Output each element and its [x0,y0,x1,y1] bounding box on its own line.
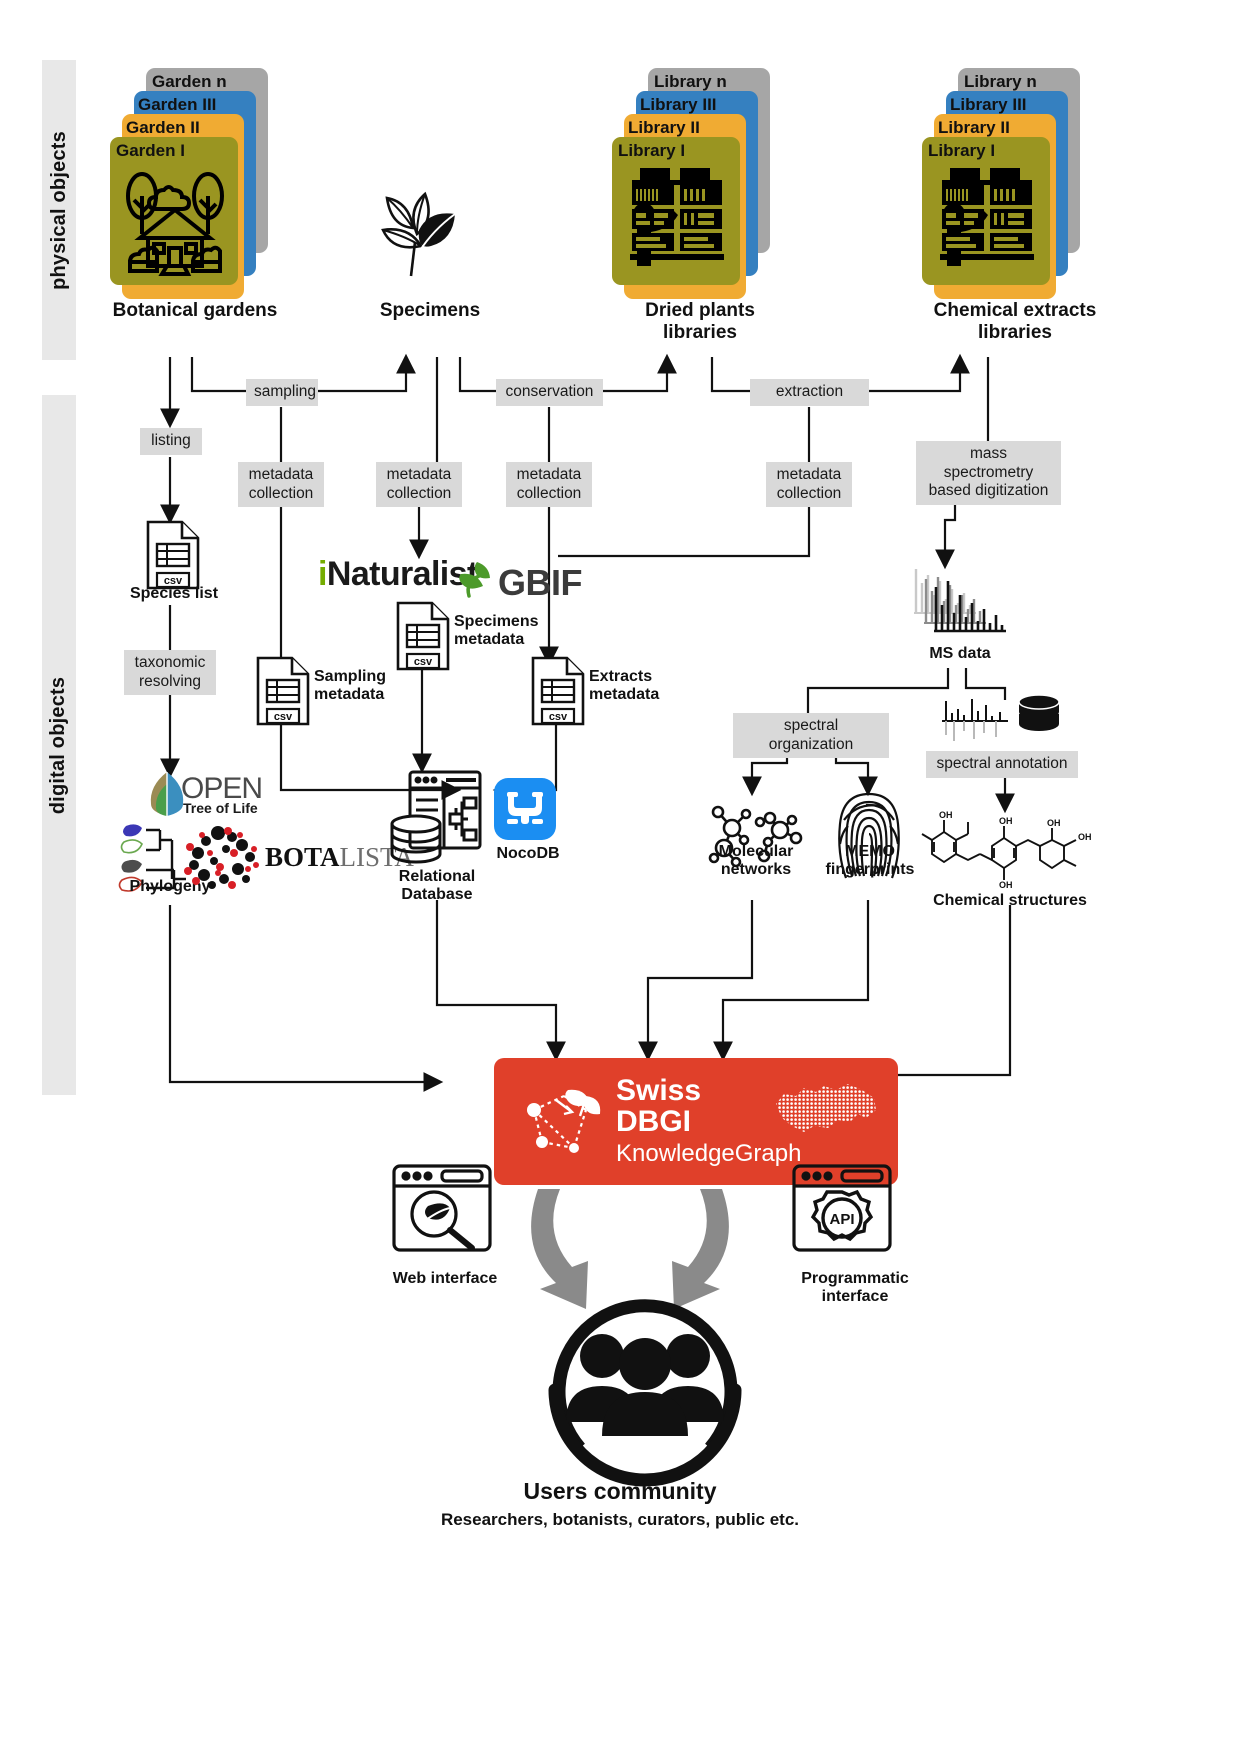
programmatic-interface-label: Programmatic interface [801,1270,909,1306]
csv-file-icon: csv [396,601,450,671]
users-community-title: Users community [523,1478,717,1504]
mirror-spectrum-icon [942,699,1008,741]
chemical-structure-icon: OH OH OH OH OH [921,810,1092,890]
process-metadata-collection-2[interactable]: metadata collection [376,462,462,508]
web-interface-icon[interactable] [390,1162,494,1262]
memo-fingerprints-label: MEMO fingerprints [825,843,915,879]
svg-text:csv: csv [549,711,568,723]
botalista-part2: T [304,842,321,872]
knowledge-graph-icon [527,1089,601,1153]
nocodb-label: NocoDB [496,845,560,862]
web-interface-label: Web interface [392,1270,498,1287]
csv-file-icon: csv [531,656,585,726]
process-metadata-collection-1[interactable]: metadata collection [238,462,324,508]
database-cylinder-icon [1018,694,1060,731]
gbif-leaf-icon [459,562,490,598]
svg-text:OH: OH [999,880,1013,890]
svg-text:csv: csv [414,656,433,668]
botalista-dots-icon [184,826,259,889]
inaturalist-logo[interactable]: iNaturalist [318,555,478,594]
dbgi-title-line3: KnowledgeGraph [616,1139,802,1167]
ms-data-label: MS data [929,645,991,662]
process-listing[interactable]: listing [140,428,202,455]
inaturalist-logo-prefix: i [318,555,327,593]
process-conservation[interactable]: conservation [496,379,603,406]
programmatic-interface-icon[interactable]: API [790,1162,894,1262]
extracts-metadata-label: Extracts metadata [589,668,660,704]
svg-text:OH: OH [999,816,1013,826]
species-list-label: Species list [129,585,219,602]
relational-database-icon [390,770,482,864]
process-extraction[interactable]: extraction [750,379,869,406]
molecular-networks-label: Molecular networks [718,843,794,879]
svg-text:OH: OH [939,810,953,820]
process-spectral-annotation[interactable]: spectral annotation [926,751,1078,778]
chemical-structures-label: Chemical structures [933,892,1087,909]
ms-data-spectra-icon [914,569,1006,633]
gbif-logo-text[interactable]: GBIF [498,562,583,604]
users-community-icon [548,1299,742,1487]
csv-file-icon: csv [146,520,200,590]
process-sampling[interactable]: sampling [246,379,318,406]
botalista-part1: BO [265,842,305,872]
csv-file-icon: csv [256,656,310,726]
switzerland-map-icon [776,1084,876,1132]
process-mass-spectrometry[interactable]: mass spectrometry based digitization [916,441,1061,505]
sampling-metadata-label: Sampling metadata [314,668,387,704]
svg-text:OH: OH [1078,832,1092,842]
process-taxonomic-resolving[interactable]: taxonomic resolving [124,650,216,696]
process-spectral-organization[interactable]: spectral organization [733,713,889,759]
svg-text:OH: OH [1047,818,1061,828]
process-metadata-collection-3[interactable]: metadata collection [506,462,592,508]
users-community-subtitle: Researchers, botanists, curators, public… [440,1510,800,1529]
relational-database-label: Relational Database [398,868,476,904]
process-metadata-collection-4[interactable]: metadata collection [766,462,852,508]
svg-text:csv: csv [274,711,293,723]
api-badge-text: API [829,1211,854,1228]
specimens-metadata-label: Specimens metadata [454,613,539,649]
diagram-canvas: physical objects digital objects Garden … [0,0,1240,1754]
open-tree-of-life-line2[interactable]: Tree of Life [183,800,258,816]
botalista-part3: A [320,842,340,872]
nocodb-icon[interactable] [494,778,556,840]
